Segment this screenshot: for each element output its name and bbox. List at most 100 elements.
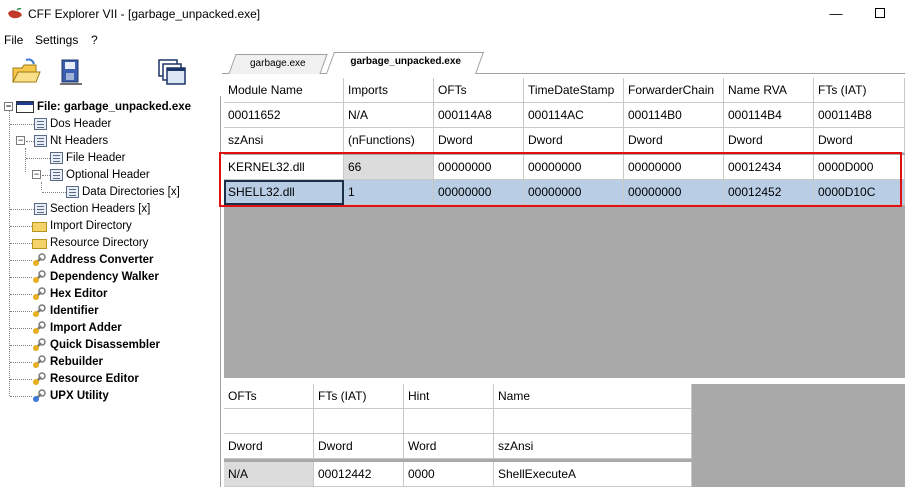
menu-file[interactable]: File [4, 33, 23, 47]
table-header-cell[interactable]: Name RVA [724, 78, 814, 103]
tree-root-label: File: garbage_unpacked.exe [37, 100, 192, 113]
main-pane: garbage.exe garbage_unpacked.exe Module … [219, 52, 905, 487]
page-icon [50, 168, 63, 181]
tab-garbage-unpacked-exe[interactable]: garbage_unpacked.exe [325, 52, 485, 74]
tree-item-label: Hex Editor [50, 287, 108, 300]
table-cell[interactable]: 000114A8 [434, 103, 524, 128]
tree-item-file-header[interactable]: File Header [50, 149, 125, 166]
tree-item-quick-disassembler[interactable]: Quick Disassembler [32, 336, 160, 353]
tree-item-dependency-walker[interactable]: Dependency Walker [32, 268, 159, 285]
table-cell[interactable]: 000114B4 [724, 103, 814, 128]
page-icon [50, 151, 63, 164]
tool-icon [33, 354, 46, 368]
open-file-icon[interactable] [10, 56, 42, 88]
table-cell[interactable]: 000114B0 [624, 103, 724, 128]
table-header-cell[interactable]: Hint [404, 384, 494, 409]
table-header-cell[interactable]: FTs (IAT) [314, 384, 404, 409]
tree-item-dos-header[interactable]: Dos Header [34, 115, 111, 132]
table-cell[interactable]: 000114AC [524, 103, 624, 128]
collapse-icon[interactable]: − [4, 102, 13, 111]
tree-item-import-directory[interactable]: Import Directory [32, 217, 132, 234]
table-cell[interactable]: Dword [224, 434, 314, 459]
tree-item-label: Nt Headers [50, 134, 109, 147]
tree-item-label: Dependency Walker [50, 270, 159, 283]
maximize-button[interactable] [867, 4, 893, 24]
table-cell[interactable]: 0000 [404, 462, 494, 487]
tree-item-label: Dos Header [50, 117, 112, 130]
tree-item-label: Optional Header [66, 168, 150, 181]
table-cell[interactable]: Dword [624, 128, 724, 153]
table-cell[interactable]: szAnsi [494, 434, 692, 459]
tree-connector [10, 124, 34, 125]
table-cell[interactable]: 00012442 [314, 462, 404, 487]
table-header-cell[interactable]: Module Name [224, 78, 344, 103]
window-title: CFF Explorer VII - [garbage_unpacked.exe… [28, 7, 261, 21]
tree-item-upx-utility[interactable]: UPX Utility [32, 387, 109, 404]
tool-icon [33, 371, 46, 385]
table-cell[interactable]: N/A [224, 462, 314, 487]
tree-item-label: Quick Disassembler [50, 338, 160, 351]
tree-item-label: UPX Utility [50, 389, 109, 402]
tree-connector [10, 311, 32, 312]
tree-root-file[interactable]: − File: garbage_unpacked.exe [4, 98, 191, 115]
table-header-cell[interactable]: Name [494, 384, 692, 409]
table-cell[interactable]: Dword [434, 128, 524, 153]
collapse-icon[interactable]: − [32, 170, 41, 179]
table-cell[interactable]: Dword [524, 128, 624, 153]
table-header-cell[interactable]: ForwarderChain [624, 78, 724, 103]
windows-icon[interactable] [155, 56, 187, 88]
tree-item-identifier[interactable]: Identifier [32, 302, 99, 319]
app-logo-icon [8, 8, 22, 19]
tree-connector [41, 182, 42, 190]
folder-icon [32, 238, 47, 249]
table-cell[interactable]: ShellExecuteA [494, 462, 692, 487]
tree-connector [10, 226, 32, 227]
table-cell[interactable]: Dword [314, 434, 404, 459]
tree-connector [9, 106, 10, 396]
table-cell[interactable]: Dword [724, 128, 814, 153]
table-header-cell[interactable]: FTs (IAT) [814, 78, 905, 103]
tree-item-import-adder[interactable]: Import Adder [32, 319, 122, 336]
tree-item-resource-editor[interactable]: Resource Editor [32, 370, 139, 387]
tab-garbage-exe[interactable]: garbage.exe [228, 54, 328, 74]
tree-item-data-directories[interactable]: Data Directories [x] [66, 183, 180, 200]
table-cell[interactable]: 00011652 [224, 103, 344, 128]
tree-item-nt-headers[interactable]: Nt Headers [34, 132, 108, 149]
table-cell[interactable]: N/A [344, 103, 434, 128]
tool-icon [33, 337, 46, 351]
title-bar: CFF Explorer VII - [garbage_unpacked.exe… [0, 0, 905, 30]
table-cell[interactable]: (nFunctions) [344, 128, 434, 153]
tree-connector [10, 209, 34, 210]
tree-item-address-converter[interactable]: Address Converter [32, 251, 154, 268]
table-cell[interactable]: Word [404, 434, 494, 459]
table-header-cell[interactable]: Imports [344, 78, 434, 103]
table-cell[interactable]: Dword [814, 128, 905, 153]
table-header-cell[interactable]: OFTs [224, 384, 314, 409]
tool-icon [33, 388, 46, 402]
tool-icon [33, 303, 46, 317]
table-header-cell[interactable]: TimeDateStamp [524, 78, 624, 103]
menu-settings[interactable]: Settings [35, 33, 78, 47]
tab-strip-line [222, 73, 905, 74]
table-cell[interactable] [404, 409, 494, 434]
tool-icon [33, 320, 46, 334]
table-cell[interactable]: 000114B8 [814, 103, 905, 128]
minimize-button[interactable]: — [823, 4, 849, 24]
collapse-icon[interactable]: − [16, 136, 25, 145]
table-cell[interactable] [224, 409, 314, 434]
table-header-cell[interactable]: OFTs [434, 78, 524, 103]
folder-icon [32, 221, 47, 232]
tab-label: garbage.exe [250, 58, 306, 69]
table-cell[interactable] [494, 409, 692, 434]
tree-item-resource-directory[interactable]: Resource Directory [32, 234, 148, 251]
page-icon [34, 202, 47, 215]
table-cell[interactable] [314, 409, 404, 434]
tree-item-rebuilder[interactable]: Rebuilder [32, 353, 103, 370]
tree-item-hex-editor[interactable]: Hex Editor [32, 285, 108, 302]
save-file-icon[interactable] [56, 56, 88, 88]
table-cell[interactable]: szAnsi [224, 128, 344, 153]
menu-help[interactable]: ? [91, 33, 98, 47]
tree-item-section-headers[interactable]: Section Headers [x] [34, 200, 150, 217]
tree-connector [26, 158, 50, 159]
tree-item-optional-header[interactable]: Optional Header [50, 166, 150, 183]
